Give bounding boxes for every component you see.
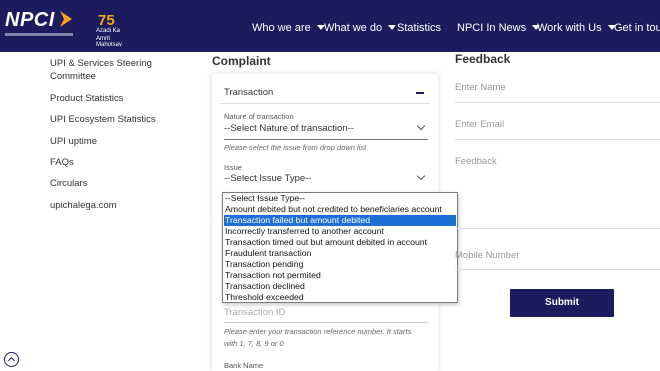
collapse-minus-icon[interactable] [416, 92, 424, 94]
submit-button[interactable]: Submit [510, 289, 614, 317]
caret-down-icon [388, 25, 397, 30]
dropdown-option[interactable]: Transaction pending [224, 259, 456, 270]
nav-label: NPCI In News [457, 22, 527, 34]
nav-what-we-do[interactable]: What we do [324, 22, 397, 34]
transaction-id-underline [224, 322, 428, 323]
sidebar-item-product-statistics[interactable]: Product Statistics [50, 92, 123, 105]
issue-label: Issue [224, 163, 242, 172]
accordion-divider [220, 103, 430, 104]
issue-dropdown-list[interactable]: --Select Issue Type-- Amount debited but… [222, 192, 458, 303]
chevron-up-icon [7, 356, 15, 365]
page: NPCI 75 Azadi Ka Amrit Mahotsav Who we a… [0, 0, 660, 371]
mobile-underline [455, 269, 660, 270]
dropdown-option[interactable]: Incorrectly transferred to another accou… [224, 226, 456, 237]
azadi-ka-amrit-mahotsav-logo: 75 Azadi Ka Amrit Mahotsav [96, 12, 136, 48]
feedback-title: Feedback [455, 52, 511, 66]
feedback-underline [455, 228, 660, 229]
sidebar-item-circulars[interactable]: Circulars [50, 177, 87, 190]
azadi-number: 75 [98, 12, 115, 29]
dropdown-option[interactable]: Threshold exceeded [224, 292, 456, 303]
nature-hint: Please select the issue from drop down l… [224, 143, 367, 152]
nav-label: Who we are [252, 22, 311, 34]
transaction-id-hint: Please enter your transaction reference … [224, 327, 412, 348]
nav-who-we-are[interactable]: Who we are [252, 22, 325, 34]
dropdown-option-selected[interactable]: Transaction failed but amount debited [224, 215, 456, 226]
transaction-accordion-label[interactable]: Transaction [224, 87, 273, 98]
dropdown-option[interactable]: Amount debited but not credited to benef… [224, 204, 456, 215]
email-input[interactable]: Enter Email [455, 119, 504, 130]
name-input[interactable]: Enter Name [455, 82, 506, 93]
scroll-to-top-button[interactable] [4, 352, 19, 367]
bank-name-label: Bank Name [224, 361, 264, 370]
email-underline [455, 139, 660, 140]
feedback-textarea[interactable]: Feedback [455, 156, 497, 167]
top-header: NPCI 75 Azadi Ka Amrit Mahotsav Who we a… [0, 0, 660, 52]
dropdown-option[interactable]: Transaction not permited [224, 270, 456, 281]
nature-of-transaction-label: Nature of transaction [224, 112, 294, 121]
dropdown-option[interactable]: Fraudulent transaction [224, 248, 456, 259]
sidebar-item-upi-services-steering-committee[interactable]: UPI & Services Steering Committee [50, 57, 170, 83]
dropdown-option[interactable]: Transaction timed out but amount debited… [224, 237, 456, 248]
nav-npci-in-news[interactable]: NPCI In News [457, 22, 541, 34]
logo-text: NPCI [5, 9, 55, 31]
nav-statistics[interactable]: Statistics [397, 22, 441, 34]
sidebar-active-bar [50, 46, 186, 52]
transaction-id-input[interactable]: Transaction ID [224, 307, 285, 318]
complaint-title: Complaint [212, 54, 271, 68]
nav-label: Statistics [397, 22, 442, 34]
sidebar-item-faqs[interactable]: FAQs [50, 156, 74, 169]
mobile-number-input[interactable]: Mobile Number [455, 250, 519, 261]
sidebar-item-upi-ecosystem-statistics[interactable]: UPI Ecosystem Statistics [50, 113, 156, 126]
nav-work-with-us[interactable]: Work with Us [537, 22, 616, 34]
sidebar-item-upichalega[interactable]: upichalega.com [50, 199, 117, 212]
nav-label: Get in touch [614, 22, 660, 34]
azadi-line1: Azadi Ka [96, 28, 121, 34]
sidebar-item-upi-uptime[interactable]: UPI uptime [50, 135, 97, 148]
nav-get-in-touch[interactable]: Get in touch [614, 22, 660, 34]
dropdown-option[interactable]: --Select Issue Type-- [224, 193, 456, 204]
nav-label: What we do [324, 22, 383, 34]
issue-select[interactable]: --Select Issue Type-- [224, 173, 311, 184]
name-underline [455, 102, 660, 103]
logo-tagline-icon [5, 33, 73, 36]
nature-of-transaction-select[interactable]: --Select Nature of transaction-- [224, 123, 354, 134]
logo-arrow-icon [60, 11, 72, 27]
dropdown-option[interactable]: Transaction declined [224, 281, 456, 292]
nav-label: Work with Us [537, 22, 602, 34]
npci-logo[interactable]: NPCI [5, 9, 73, 43]
nature-select-underline [224, 139, 428, 140]
